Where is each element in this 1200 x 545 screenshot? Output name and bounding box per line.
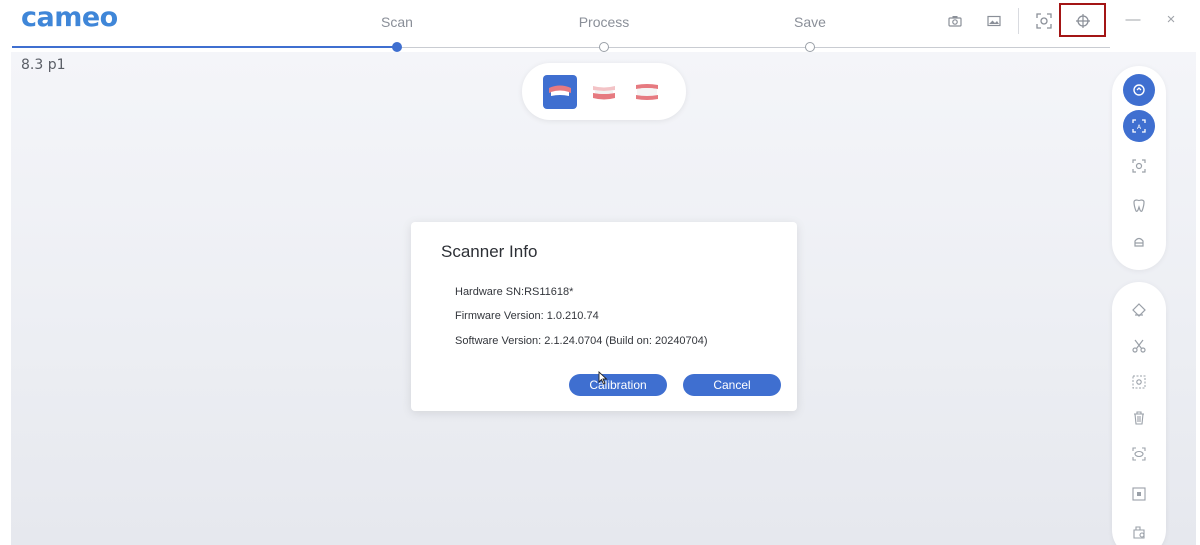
hardware-sn-text: Hardware SN:RS11618* — [455, 286, 574, 298]
view-scan-icon[interactable] — [1123, 438, 1155, 470]
jaw-selector — [522, 63, 686, 120]
close-button[interactable]: × — [1162, 11, 1180, 28]
app-logo: cameo — [21, 2, 118, 33]
top-bar: cameo Scan Process Save — × — [0, 0, 1200, 44]
software-version-text: Software Version: 2.1.24.0704 (Build on:… — [455, 335, 708, 347]
bite-icon[interactable] — [630, 75, 664, 109]
fit-view-icon[interactable] — [1123, 478, 1155, 510]
mouse-cursor-icon — [598, 370, 608, 385]
scan-frame-icon[interactable] — [1035, 12, 1053, 30]
model-base-icon[interactable] — [1123, 226, 1155, 258]
firmware-version-text: Firmware Version: 1.0.210.74 — [455, 310, 599, 322]
scissors-icon[interactable] — [1123, 330, 1155, 362]
version-label: 8.3 p1 — [21, 57, 66, 73]
camera-icon[interactable] — [946, 12, 964, 30]
step-process-label[interactable]: Process — [564, 14, 644, 30]
step-scan-label[interactable]: Scan — [357, 14, 437, 30]
highlight-annotation — [1059, 3, 1106, 37]
minimize-button[interactable]: — — [1124, 11, 1142, 28]
cancel-button[interactable]: Cancel — [683, 374, 781, 396]
step-scan-dot[interactable] — [392, 42, 402, 52]
lock-tooth-icon[interactable] — [1123, 516, 1155, 545]
trash-icon[interactable] — [1123, 402, 1155, 434]
step-process-dot[interactable] — [599, 42, 609, 52]
svg-text:A: A — [1137, 124, 1142, 131]
auto-scan-icon[interactable]: A — [1123, 110, 1155, 142]
calibration-button[interactable]: Calibration — [569, 374, 667, 396]
toolbar-separator — [1018, 8, 1019, 34]
image-icon[interactable] — [985, 12, 1003, 30]
edit-tools-panel — [1112, 282, 1166, 545]
progress-fill — [12, 46, 397, 48]
upper-jaw-icon[interactable] — [543, 75, 577, 109]
tooth-icon[interactable] — [1123, 190, 1155, 222]
dialog-title: Scanner Info — [441, 242, 538, 261]
scan-mode-icon[interactable] — [1123, 74, 1155, 106]
focus-scan-icon[interactable] — [1123, 150, 1155, 182]
step-save-label[interactable]: Save — [770, 14, 850, 30]
scan-tools-panel: A — [1112, 66, 1166, 270]
step-save-dot[interactable] — [805, 42, 815, 52]
eraser-icon[interactable] — [1123, 294, 1155, 326]
lower-jaw-icon[interactable] — [587, 75, 621, 109]
select-region-icon[interactable] — [1123, 366, 1155, 398]
